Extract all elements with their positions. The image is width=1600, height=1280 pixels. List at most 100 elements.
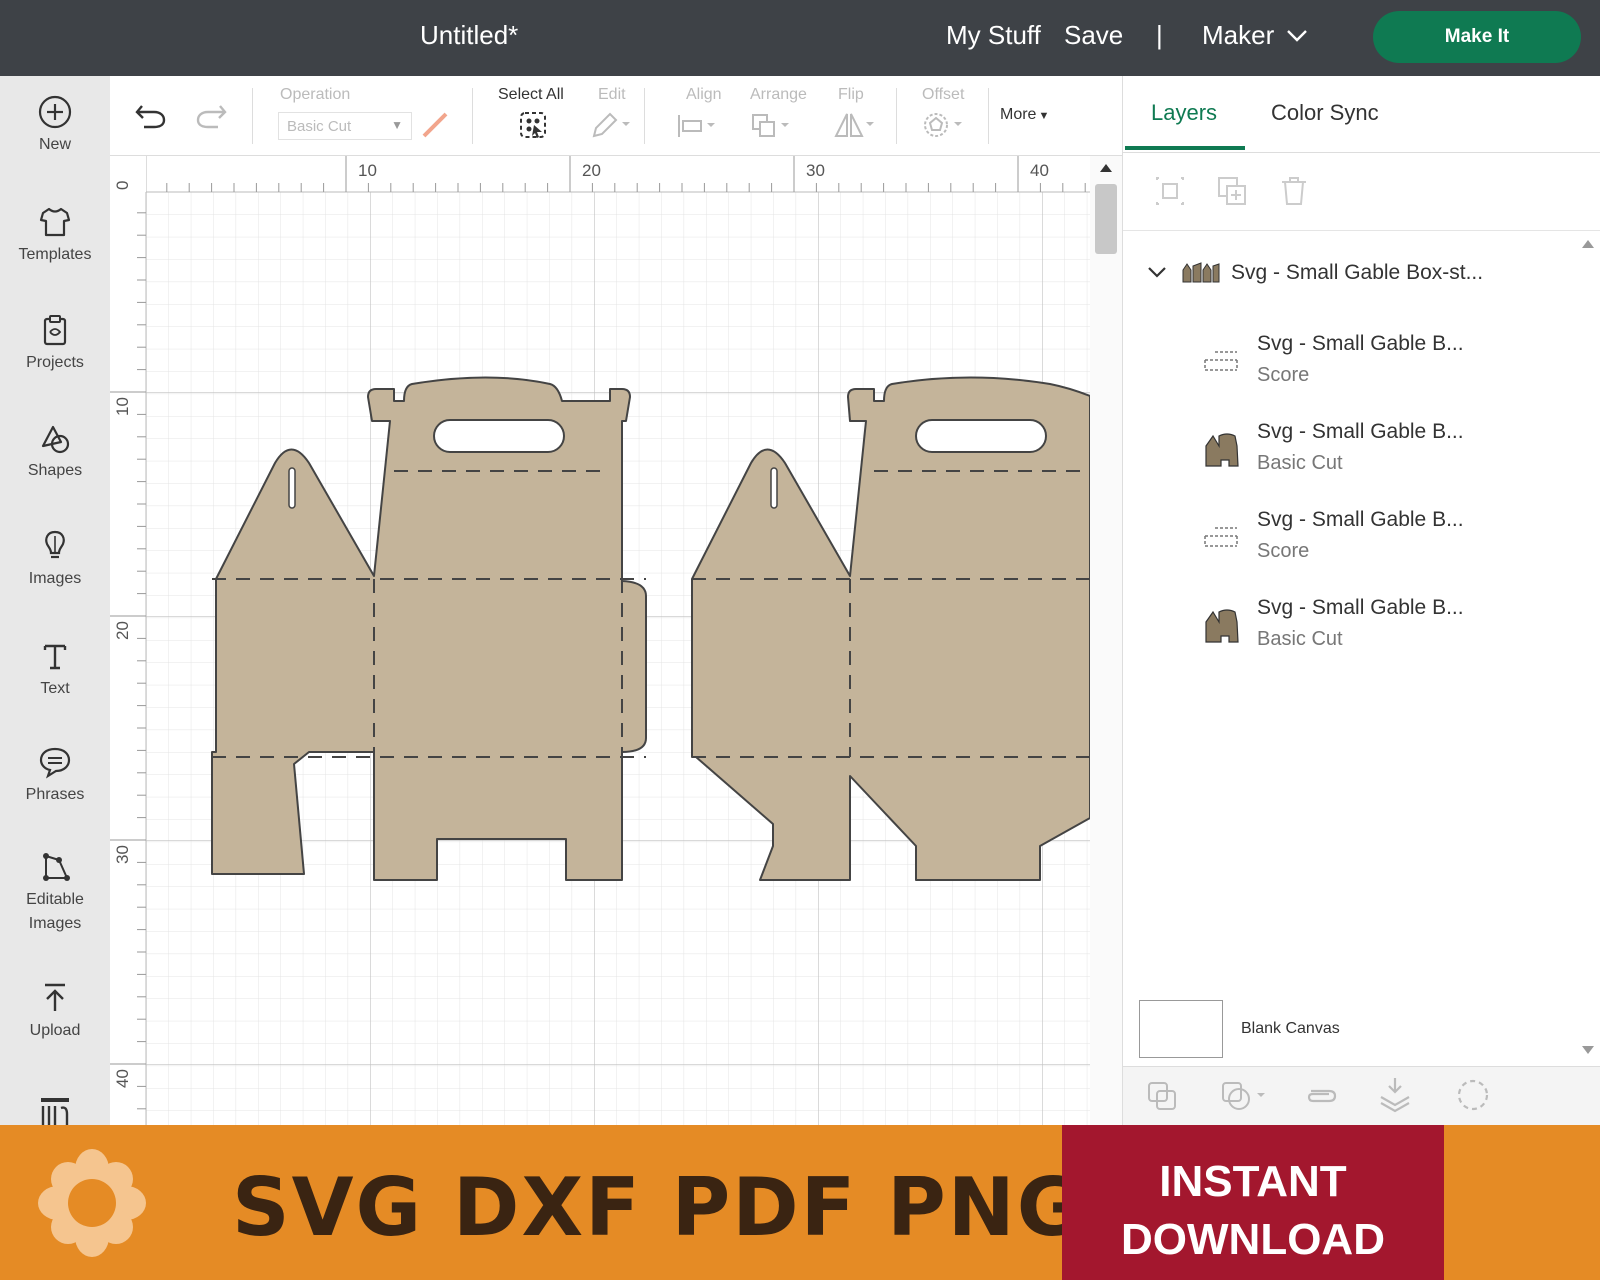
save-link[interactable]: Save [1064,20,1123,51]
sidebar-item-projects[interactable]: Projects [0,312,110,372]
panel-divider [1123,152,1600,153]
shapes-icon [41,425,70,454]
select-all-label: Select All [498,86,564,103]
align-label: Align [686,86,722,103]
sidebar-item-label: Text [40,680,70,697]
duplicate-icon[interactable] [1215,174,1249,208]
layer-group-name: Svg - Small Gable Box-st... [1231,261,1484,284]
layer-item[interactable]: Svg - Small Gable B... Score [1204,508,1464,563]
select-all-icon[interactable] [518,110,548,140]
sidebar-item-editable-images[interactable]: Editable Images [0,850,110,936]
sidebar-item-phrases[interactable]: Phrases [0,744,110,804]
panel-scrollbar[interactable] [1575,232,1600,1062]
ruler-left-label: 20 [113,621,132,640]
scroll-up-icon[interactable] [1100,164,1112,172]
align-icon[interactable] [676,112,720,140]
flip-icon[interactable] [832,110,878,140]
layer-actions-bar [1123,1066,1600,1126]
layer-operation: Basic Cut [1257,452,1343,474]
design-canvas[interactable]: 10 20 30 40 0 10 20 30 40 [110,156,1090,1125]
sidebar-item-upload[interactable]: Upload [0,980,110,1040]
dropdown-caret-icon: ▼ [391,118,403,132]
layer-name: Svg - Small Gable B... [1257,596,1464,619]
project-title[interactable]: Untitled* [420,20,518,51]
scroll-down-icon[interactable] [1582,1046,1594,1054]
layer-item[interactable]: Svg - Small Gable B... Score [1204,332,1464,387]
toolbar-divider [988,88,989,144]
sidebar-item-templates[interactable]: Templates [0,204,110,264]
scroll-up-icon[interactable] [1582,240,1594,248]
tab-active-indicator [1125,146,1245,150]
ruler-top-label: 10 [358,161,377,180]
blank-canvas-swatch[interactable] [1139,1000,1223,1058]
more-button[interactable]: More ▼ [1000,106,1049,124]
caret-down-icon: ▼ [1038,110,1050,122]
scroll-thumb[interactable] [1095,184,1117,254]
clipboard-icon [43,315,67,346]
instant-text: INSTANT [1159,1157,1347,1206]
flip-label: Flip [838,86,864,103]
toolbar-divider [472,88,473,144]
layer-operation: Score [1257,364,1310,386]
sidebar-item-label: Phrases [25,786,85,803]
layer-group-row[interactable]: Svg - Small Gable Box-st... [1147,260,1483,286]
tab-layers[interactable]: Layers [1151,100,1217,126]
top-bar: Untitled* My Stuff Save | Maker Make It [0,0,1600,76]
ruler-left-label: 30 [113,845,132,864]
arrange-icon[interactable] [750,112,794,140]
header-separator: | [1156,20,1163,50]
box-shape-thumbnail-icon [1205,433,1239,467]
my-stuff-link[interactable]: My Stuff [946,20,1041,51]
sidebar-item-shapes[interactable]: Shapes [0,420,110,480]
combine-icon[interactable] [1219,1079,1269,1113]
layer-name: Svg - Small Gable B... [1257,420,1464,443]
text-icon [43,644,67,670]
operation-select[interactable]: Basic Cut ▼ [278,112,412,140]
sidebar-item-monogram[interactable] [0,1094,110,1125]
box-group-thumbnail-icon [1182,262,1220,283]
more-label: More [1000,106,1037,123]
redo-icon[interactable] [194,100,228,130]
attach-icon[interactable] [1303,1079,1339,1113]
trash-icon[interactable] [1277,174,1311,208]
plus-circle-icon [38,95,72,129]
edit-label: Edit [598,86,626,103]
ruler-top-label: 30 [806,161,825,180]
toolbar-divider [896,88,897,144]
lightbulb-icon [45,530,65,559]
sidebar-item-label: Upload [29,1022,81,1039]
layer-operation: Score [1257,540,1310,562]
layer-name: Svg - Small Gable B... [1257,332,1464,355]
tab-color-sync[interactable]: Color Sync [1271,100,1379,126]
score-line-icon [1204,351,1238,371]
sidebar-item-label: Projects [26,354,84,371]
chevron-down-icon[interactable] [1147,266,1167,280]
left-sidebar: New Templates Projects Shapes Images Tex… [0,76,110,1125]
group-icon[interactable] [1153,174,1187,208]
contour-icon[interactable] [1455,1077,1491,1113]
upload-icon [45,983,65,1011]
undo-icon[interactable] [134,100,168,130]
sidebar-item-new[interactable]: New [0,94,110,154]
layer-item[interactable]: Svg - Small Gable B... Basic Cut [1205,596,1464,651]
edit-toolbar: Operation Basic Cut ▼ Select All Edit Al… [110,76,1122,156]
panel-divider [1123,230,1600,231]
pencil-icon[interactable] [590,110,634,140]
sidebar-item-text[interactable]: Text [0,638,110,698]
offset-icon[interactable] [922,110,968,140]
sidebar-item-label: Templates [18,246,92,263]
sidebar-item-images[interactable]: Images [0,528,110,588]
chevron-down-icon [1287,29,1308,42]
sidebar-item-label: New [38,136,71,153]
slice-icon[interactable] [1145,1079,1179,1113]
make-it-button[interactable]: Make It [1373,11,1581,63]
layer-item[interactable]: Svg - Small Gable B... Basic Cut [1205,420,1464,475]
instant-download-badge: INSTANT DOWNLOAD [1062,1125,1444,1280]
canvas-vertical-scrollbar[interactable] [1090,156,1122,1125]
machine-selector[interactable]: Maker [1202,20,1308,51]
toolbar-divider [252,88,253,144]
file-formats-text: SVG DXF PDF PNG [232,1161,1085,1254]
flatten-icon[interactable] [1377,1075,1413,1113]
color-swatch-icon[interactable] [420,110,450,140]
sidebar-item-label-2: Images [28,915,82,932]
